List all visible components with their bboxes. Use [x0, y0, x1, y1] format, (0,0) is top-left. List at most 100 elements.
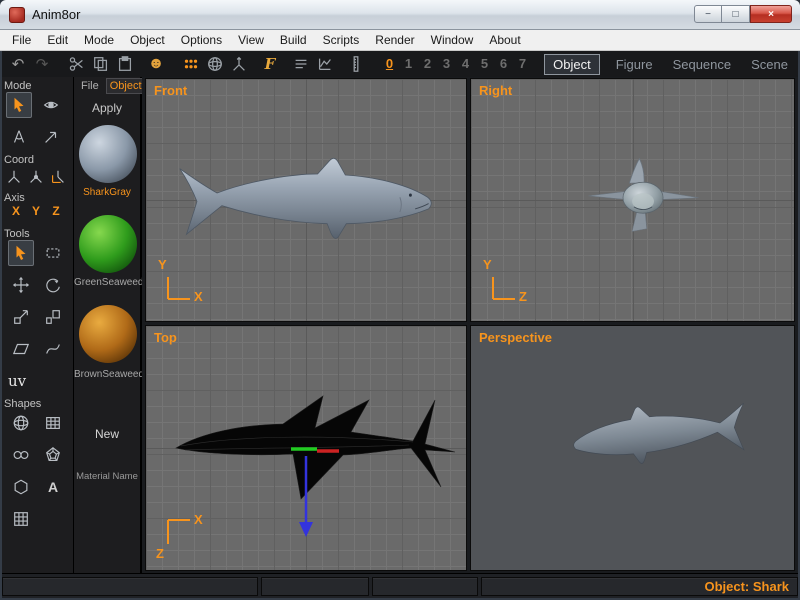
viewport-right[interactable]: Right Y Z: [470, 78, 795, 322]
viewport-top[interactable]: Top X Z: [145, 325, 467, 571]
drag-tool-button[interactable]: [38, 124, 64, 150]
visibility-mode-button[interactable]: [38, 92, 64, 118]
tab-object[interactable]: Object: [544, 53, 600, 75]
menu-window[interactable]: Window: [423, 30, 482, 51]
uv-tool-button[interactable]: uv: [8, 372, 26, 390]
anim8or-window: Anim8or − □ × File Edit Mode Object Opti…: [0, 0, 800, 600]
cylinder-shape-button[interactable]: [8, 442, 34, 468]
scale-tool-button[interactable]: [8, 304, 34, 330]
tab-figure[interactable]: Figure: [612, 55, 657, 74]
axis-x-toggle[interactable]: X: [8, 204, 24, 218]
measure-tool-button[interactable]: [6, 124, 32, 150]
material-swatch-brownseaweed[interactable]: [79, 305, 137, 363]
axis-z-toggle[interactable]: Z: [48, 204, 64, 218]
smiley-icon[interactable]: ☻: [145, 53, 167, 75]
rotate-tool-button[interactable]: [40, 272, 66, 298]
ruler-icon[interactable]: [345, 53, 367, 75]
axis-y-toggle[interactable]: Y: [28, 204, 44, 218]
shark-model-front-view[interactable]: [174, 157, 442, 247]
select-mode-button[interactable]: [6, 92, 32, 118]
axis-section-label: Axis: [4, 192, 25, 204]
app-icon: [9, 7, 25, 23]
menu-mode[interactable]: Mode: [76, 30, 122, 51]
menu-object[interactable]: Object: [122, 30, 173, 51]
cut-icon[interactable]: [66, 53, 88, 75]
sphere-shape-button[interactable]: [8, 410, 34, 436]
frame-1[interactable]: 1: [399, 53, 418, 75]
status-object-info: Object: Shark: [704, 579, 789, 594]
tools-section-label: Tools: [4, 228, 30, 240]
front-axis-x-label: X: [194, 289, 203, 304]
graph-icon[interactable]: [314, 53, 336, 75]
curve-tool-button[interactable]: [40, 336, 66, 362]
coord-world-button[interactable]: [4, 166, 24, 188]
window-controls: − □ ×: [694, 5, 792, 23]
viewport-perspective-label: Perspective: [479, 330, 552, 345]
paste-icon[interactable]: [114, 53, 136, 75]
ngon-shape-button[interactable]: [8, 474, 34, 500]
frame-6[interactable]: 6: [494, 53, 513, 75]
menu-view[interactable]: View: [230, 30, 272, 51]
right-axis-indicator: Y Z: [481, 257, 533, 313]
undo-icon[interactable]: ↶: [7, 53, 29, 75]
shark-model-right-view[interactable]: [586, 154, 701, 236]
shapes-section-label: Shapes: [4, 398, 42, 410]
close-button[interactable]: ×: [750, 5, 792, 23]
nonuniform-scale-tool-button[interactable]: [40, 304, 66, 330]
shark-model-perspective-view[interactable]: [566, 398, 751, 483]
menu-edit[interactable]: Edit: [39, 30, 76, 51]
status-segment-object: Object: Shark: [481, 577, 798, 596]
point-edit-icon[interactable]: [180, 53, 202, 75]
status-segment-1: [2, 577, 258, 596]
shear-tool-button[interactable]: [8, 336, 34, 362]
material-name-label: Material Name: [76, 471, 138, 482]
apply-material-button[interactable]: Apply: [74, 101, 140, 115]
top-axis-indicator: X Z: [156, 506, 208, 562]
frame-4[interactable]: 4: [456, 53, 475, 75]
frame-7[interactable]: 7: [513, 53, 532, 75]
viewport-perspective[interactable]: Perspective: [470, 325, 795, 571]
minimize-button[interactable]: −: [694, 5, 722, 23]
materials-panel: File Object Apply SharkGray GreenSeaweed…: [74, 77, 146, 573]
frame-5[interactable]: 5: [475, 53, 494, 75]
copy-icon[interactable]: [90, 53, 112, 75]
tab-scene[interactable]: Scene: [747, 55, 792, 74]
list-icon[interactable]: [290, 53, 312, 75]
coord-screen-button[interactable]: [48, 166, 68, 188]
left-toolbar: Mode Coord Axis X Y Z Tools uv Shapes A: [0, 77, 74, 573]
mode-section-label: Mode: [4, 80, 32, 92]
shark-model-top-view[interactable]: [173, 392, 458, 542]
menu-file[interactable]: File: [4, 30, 39, 51]
select-tool-button[interactable]: [8, 240, 34, 266]
editor-mode-tabs: Object Figure Sequence Scene: [544, 53, 792, 75]
menu-about[interactable]: About: [481, 30, 528, 51]
plane-shape-button[interactable]: [40, 410, 66, 436]
new-material-button[interactable]: New: [74, 427, 140, 441]
frame-2[interactable]: 2: [418, 53, 437, 75]
menu-build[interactable]: Build: [272, 30, 315, 51]
coord-object-button[interactable]: [26, 166, 46, 188]
menu-scripts[interactable]: Scripts: [315, 30, 368, 51]
polyhedron-shape-button[interactable]: [40, 442, 66, 468]
rect-select-tool-button[interactable]: [40, 240, 66, 266]
frame-3[interactable]: 3: [437, 53, 456, 75]
move-tool-button[interactable]: [8, 272, 34, 298]
redo-icon[interactable]: ↷: [31, 53, 53, 75]
wire-sphere-icon[interactable]: [204, 53, 226, 75]
titlebar[interactable]: Anim8or − □ ×: [0, 0, 800, 30]
tab-sequence[interactable]: Sequence: [669, 55, 736, 74]
material-swatch-sharkgray[interactable]: [79, 125, 137, 183]
menu-options[interactable]: Options: [173, 30, 230, 51]
material-swatch-greenseaweed[interactable]: [79, 215, 137, 273]
script-icon[interactable]: F: [259, 53, 281, 75]
viewport-front[interactable]: Front Y X: [145, 78, 467, 322]
material-name-brownseaweed: BrownSeaweed: [74, 369, 145, 380]
text-shape-button[interactable]: A: [40, 474, 66, 500]
axes-icon[interactable]: [228, 53, 250, 75]
frame-0[interactable]: 0: [380, 53, 399, 75]
maximize-button[interactable]: □: [722, 5, 750, 23]
menu-render[interactable]: Render: [367, 30, 422, 51]
materials-tab-file[interactable]: File: [78, 79, 102, 93]
grid-shape-button[interactable]: [8, 506, 34, 532]
materials-tab-object[interactable]: Object: [105, 78, 146, 94]
